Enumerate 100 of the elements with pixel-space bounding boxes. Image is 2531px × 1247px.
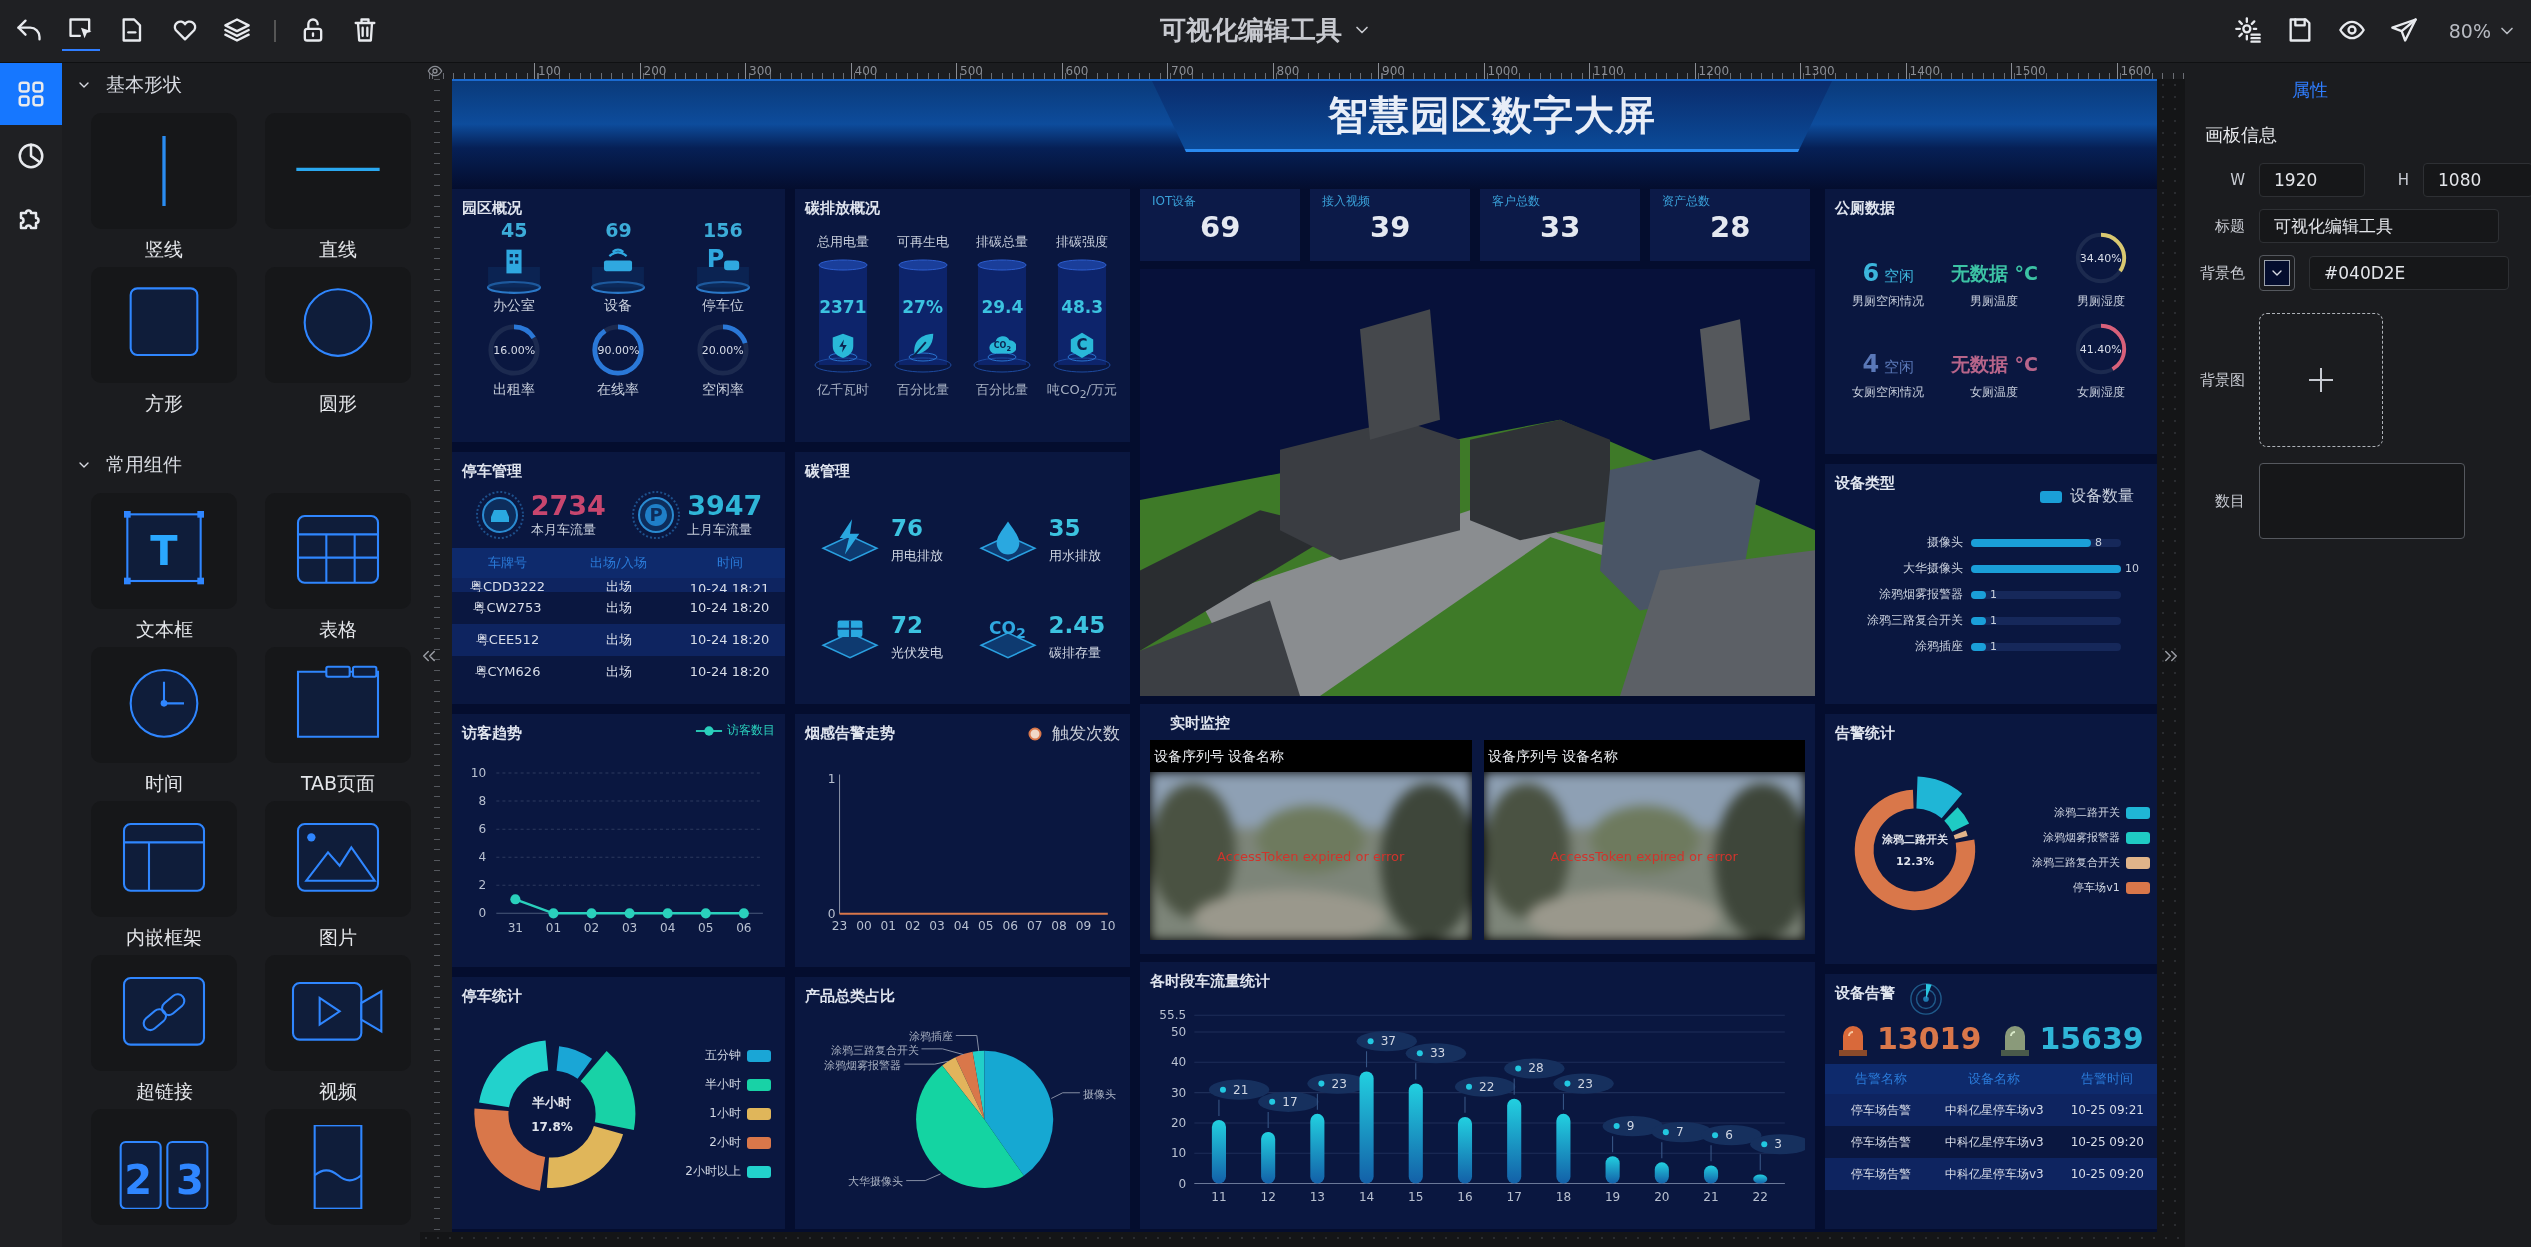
component-tile[interactable]: 表格: [258, 493, 418, 643]
table-cell-text: 10-25 09:20: [2069, 1135, 2145, 1149]
temperature-label: 女厕温度: [1970, 384, 2019, 401]
image-icon: [265, 801, 411, 917]
axis-tick-label: 10: [1170, 1146, 1187, 1161]
data-label: 37: [1380, 1034, 1397, 1049]
axis-tick-label: 08: [1051, 919, 1067, 933]
legend-label: 半小时: [705, 1076, 741, 1094]
zoom-dropdown[interactable]: 80%: [2448, 20, 2517, 42]
color-picker[interactable]: [2259, 255, 2295, 291]
leader-line: [1366, 1050, 1368, 1068]
metric-unit: 吨CO$_{2}$/万元: [1047, 381, 1117, 401]
bar: [1704, 1165, 1719, 1184]
legend-label: 2小时以上: [685, 1163, 741, 1181]
component-tile[interactable]: 内嵌框架: [84, 801, 244, 951]
image-upload[interactable]: [2259, 313, 2383, 447]
legend-label: 涂鸦三路复合开关: [2031, 855, 2120, 870]
panel-title: 停车管理: [462, 460, 522, 482]
data-point-dot: [1613, 1123, 1620, 1130]
square-icon: [91, 267, 237, 383]
link-icon: [91, 955, 237, 1071]
pie-icon: [16, 141, 46, 171]
axis-tick-label: 0: [1178, 1176, 1187, 1191]
metric-label: 碳排存量: [1048, 644, 1102, 663]
legend-dot-icon: [1028, 726, 1042, 741]
counter-label: IOT设备: [1152, 193, 1198, 210]
bar: [1556, 1113, 1571, 1184]
column-header: 告警名称: [1854, 1070, 1909, 1088]
clock-icon: [91, 647, 237, 763]
donut-center-label: 半小时: [532, 1093, 572, 1112]
table-cell-text: 出场: [604, 577, 633, 592]
table-cell-text: 中科亿星停车场v3: [1944, 1133, 2045, 1151]
component-tile[interactable]: 竖线: [84, 113, 244, 263]
metric-label: 总用电量: [816, 233, 869, 251]
table-cell-text: 粤CYM626: [473, 662, 542, 681]
title-field[interactable]: 可视化编辑工具: [2259, 209, 2499, 243]
metric-unit: 亿千瓦时: [816, 381, 869, 399]
car-icon: [474, 489, 525, 540]
leader-line: [905, 1172, 942, 1181]
data-label: 1: [1990, 588, 1997, 601]
component-tile[interactable]: 方形: [84, 267, 244, 417]
panel-title: 碳排放概况: [805, 198, 880, 219]
axis-tick-label: 05: [698, 920, 714, 935]
gauge-reading: 34.40%: [2079, 251, 2122, 265]
legend-label: 停车场v1: [2073, 880, 2120, 895]
axis-tick-label: 18: [1555, 1189, 1572, 1204]
slice-label: 涂鸦插座: [908, 1028, 953, 1043]
legend-label: 触发次数: [1052, 722, 1120, 745]
field-label: 背景色: [2199, 263, 2245, 283]
gauge-reading: 16.00%: [493, 343, 536, 357]
data-point-dot: [1269, 1098, 1276, 1105]
data-point-dot: [1318, 1080, 1325, 1087]
component-tile[interactable]: 圆形: [258, 267, 418, 417]
table-cell-text: 停车场告警: [1850, 1165, 1913, 1183]
axis-tick-label: 30: [1170, 1085, 1187, 1100]
component-tile[interactable]: 直线: [258, 113, 418, 263]
section-header[interactable]: 常用组件: [70, 447, 182, 483]
bar: [1654, 1162, 1669, 1184]
counter-value: 28: [1709, 210, 1752, 244]
traffic-label: 上月车流量: [687, 520, 754, 539]
table-cell-text: 10-25 09:21: [2069, 1103, 2145, 1117]
leader-line: [1316, 1093, 1318, 1111]
axis-tick-label: 02: [904, 919, 921, 933]
axis-tick-label: 05: [978, 919, 994, 933]
component-tile[interactable]: 视频: [258, 955, 418, 1105]
component-tile[interactable]: 超链接: [84, 955, 244, 1105]
color-field[interactable]: #040D2E: [2309, 256, 2509, 290]
data-point-dot: [1761, 1141, 1768, 1148]
leader-line: [1218, 1099, 1220, 1117]
legend-swatch: [2039, 490, 2062, 503]
data-label: 23: [1331, 1076, 1347, 1091]
axis-tick-label: 01: [545, 920, 562, 935]
properties-tab[interactable]: 属性: [2195, 75, 2425, 105]
height-field[interactable]: 1080: [2423, 163, 2531, 197]
dashboard-title: 智慧园区数字大屏: [1328, 90, 1656, 140]
component-tile[interactable]: T 文本框: [84, 493, 244, 643]
table-icon: [265, 493, 411, 609]
width-field[interactable]: 1920: [2259, 163, 2365, 197]
table-cell-text: 出场: [604, 598, 633, 617]
count-field[interactable]: [2259, 463, 2465, 539]
error-message: AccessToken expired or error: [1550, 848, 1738, 864]
section-title: 画板信息: [2205, 123, 2277, 147]
error-message: AccessToken expired or error: [1217, 848, 1405, 864]
component-tile[interactable]: 图片: [258, 801, 418, 951]
legend-label: 1小时: [709, 1105, 741, 1123]
data-point-dot: [1662, 1129, 1669, 1136]
axis-tick-label: 8: [478, 794, 487, 809]
leader-line: [1661, 1141, 1663, 1159]
project-title-dropdown[interactable]: 可视化编辑工具: [1160, 8, 1372, 52]
component-tile[interactable]: TAB页面: [258, 647, 418, 797]
bar-label: 大华摄像头: [1902, 560, 1963, 577]
section-header[interactable]: 基本形状: [70, 67, 182, 103]
field-label: W: [2229, 171, 2245, 189]
traffic-value: 2734: [530, 490, 606, 521]
axis-tick-label: 17: [1506, 1189, 1522, 1204]
table-cell-text: 出场: [604, 662, 633, 681]
bar-label: 涂鸦三路复合开关: [1866, 612, 1963, 629]
component-tile[interactable]: 时间: [84, 647, 244, 797]
stat-value: 45: [500, 219, 528, 241]
metric-label: 用电排放: [891, 547, 943, 566]
